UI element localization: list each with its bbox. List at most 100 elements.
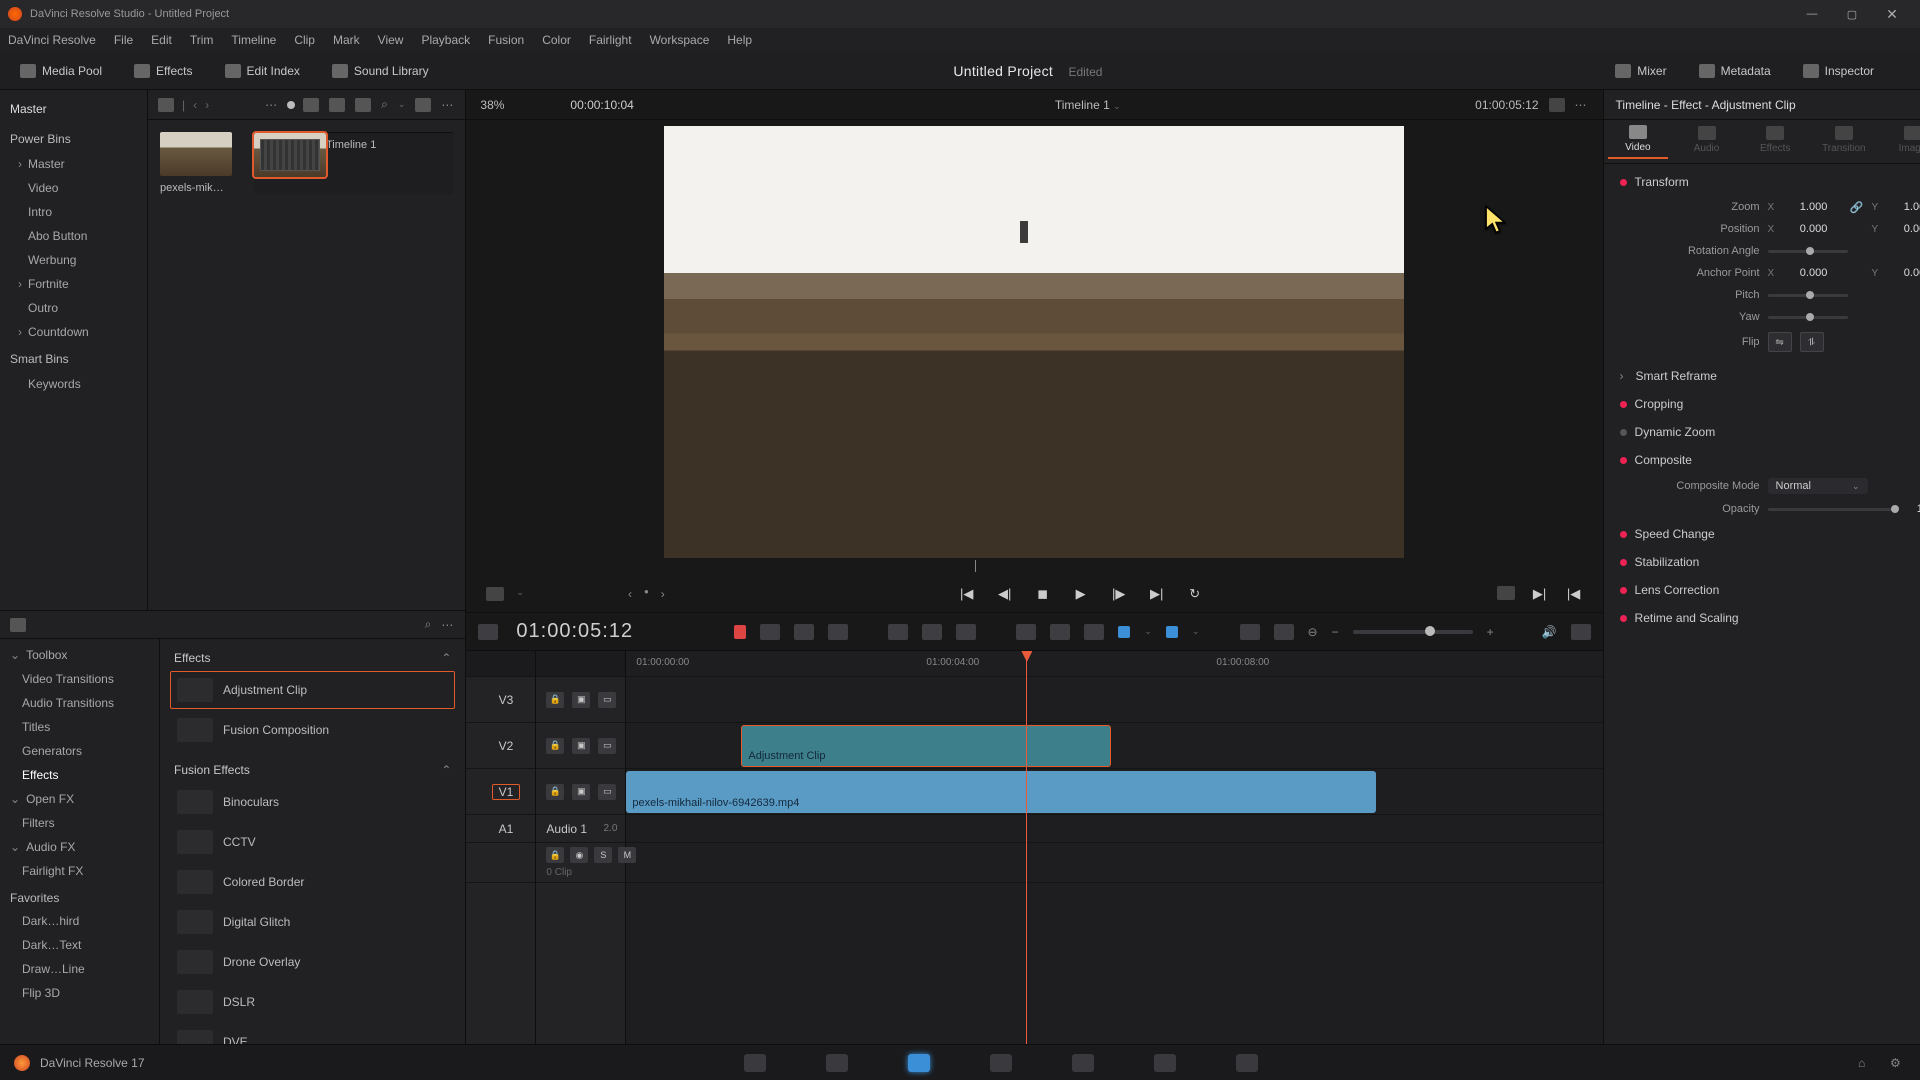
options-icon[interactable]: ⋯ — [441, 618, 455, 632]
link-icon[interactable]: 🔗 — [1850, 201, 1864, 213]
pitch-input[interactable]: 0.000 — [1906, 289, 1920, 301]
thumb-view-icon[interactable] — [303, 98, 319, 112]
color-page-button[interactable] — [1072, 1054, 1094, 1072]
inspector-tab-transition[interactable]: Transition — [1814, 126, 1874, 158]
fx-tree-item[interactable]: Dark…hird — [0, 909, 159, 933]
chevron-down-icon[interactable]: ⌄ — [516, 587, 524, 601]
enable-dot[interactable] — [1620, 401, 1627, 408]
fx-tree-item[interactable]: Fairlight FX — [0, 859, 159, 883]
viewer-scrubber[interactable] — [664, 560, 1404, 576]
mixer-toggle[interactable]: Mixer — [1605, 60, 1676, 82]
prev-edit-icon[interactable]: ‹ — [628, 587, 632, 601]
loop-button[interactable]: ↻ — [1186, 586, 1204, 602]
minimize-button[interactable]: — — [1792, 0, 1832, 28]
anchor-x-input[interactable]: 0.000 — [1786, 267, 1842, 279]
enable-icon[interactable]: ▣ — [572, 692, 590, 708]
timeline-timecode[interactable]: 01:00:05:12 — [516, 620, 676, 643]
marker-icon[interactable] — [1166, 626, 1178, 638]
menu-item[interactable]: DaVinci Resolve — [8, 33, 96, 47]
menu-item[interactable]: Workspace — [650, 33, 710, 47]
track-label[interactable]: V1 — [492, 784, 521, 800]
bin-item[interactable]: Abo Button — [0, 224, 147, 248]
section-composite[interactable]: Composite — [1635, 453, 1692, 467]
fx-item[interactable]: DVE — [170, 1023, 455, 1044]
bin-item[interactable]: Video — [0, 176, 147, 200]
enable-dot[interactable] — [1620, 615, 1627, 622]
pitch-slider[interactable] — [1768, 294, 1848, 297]
menu-item[interactable]: Fusion — [488, 33, 524, 47]
first-frame-button[interactable]: |◀ — [958, 586, 976, 602]
lock-icon[interactable] — [1084, 624, 1104, 640]
zoom-y-input[interactable]: 1.000 — [1890, 201, 1920, 213]
step-fwd-button[interactable]: |▶ — [1110, 586, 1128, 602]
section-transform[interactable]: Transform — [1635, 175, 1689, 189]
menu-item[interactable]: Playback — [421, 33, 470, 47]
opacity-input[interactable]: 100.00 — [1906, 503, 1920, 515]
solo-button[interactable]: S — [594, 847, 612, 863]
viewer-title[interactable]: Timeline 1 — [1055, 98, 1110, 112]
trim-tool-icon[interactable] — [760, 624, 780, 640]
fx-item[interactable]: Digital Glitch — [170, 903, 455, 941]
fx-tree-item[interactable]: Draw…Line — [0, 957, 159, 981]
fx-tree-item[interactable]: Flip 3D — [0, 981, 159, 1005]
bin-item[interactable]: Werbung — [0, 248, 147, 272]
timeline-ruler[interactable]: 01:00:00:00 01:00:04:00 01:00:08:00 — [626, 651, 1602, 677]
viewer-canvas[interactable] — [664, 126, 1404, 558]
insert-icon[interactable] — [888, 624, 908, 640]
zoom-x-input[interactable]: 1.000 — [1786, 201, 1842, 213]
track-label[interactable]: A1 — [499, 822, 514, 836]
fusion-page-button[interactable] — [990, 1054, 1012, 1072]
panel-icon[interactable] — [10, 618, 26, 632]
replace-icon[interactable] — [956, 624, 976, 640]
bin-item[interactable]: Countdown — [0, 320, 147, 344]
audio-track-name[interactable]: Audio 1 — [546, 822, 587, 836]
lock-icon[interactable]: 🔒 — [546, 738, 564, 754]
anchor-y-input[interactable]: 0.000 — [1890, 267, 1920, 279]
linked-selection-icon[interactable] — [1274, 624, 1294, 640]
step-back-button[interactable]: ◀| — [996, 586, 1014, 602]
effects-toggle[interactable]: Effects — [124, 60, 202, 82]
enable-dot[interactable] — [1620, 457, 1627, 464]
media-pool-toggle[interactable]: Media Pool — [10, 60, 112, 82]
section-smart-reframe[interactable]: Smart Reframe — [1636, 369, 1717, 383]
maximize-button[interactable]: ▢ — [1832, 0, 1872, 28]
auto-select-icon[interactable]: ▭ — [598, 784, 616, 800]
yaw-slider[interactable] — [1768, 316, 1848, 319]
lock-icon[interactable]: 🔒 — [546, 692, 564, 708]
go-start-icon[interactable]: |◀ — [1565, 586, 1583, 602]
flip-h-button[interactable]: ⇋ — [1768, 332, 1792, 352]
media-clip[interactable]: pexels-mik… — [160, 132, 232, 194]
fx-item-adjustment-clip[interactable]: Adjustment Clip — [170, 671, 455, 709]
fairlight-page-button[interactable] — [1154, 1054, 1176, 1072]
menu-item[interactable]: Trim — [190, 33, 214, 47]
nav-back-icon[interactable]: ‹ — [193, 98, 197, 112]
fx-section-header[interactable]: Fusion Effects — [174, 763, 250, 777]
home-icon[interactable]: ⌂ — [1858, 1056, 1874, 1070]
bin-item[interactable]: Outro — [0, 296, 147, 320]
inspector-tab-audio[interactable]: Audio — [1677, 126, 1737, 158]
zoom-level[interactable]: 38% — [480, 98, 570, 112]
audiofx-node[interactable]: Audio FX — [0, 835, 159, 859]
grid-view-icon[interactable] — [329, 98, 345, 112]
list-view-icon[interactable] — [355, 98, 371, 112]
link-icon[interactable] — [1050, 624, 1070, 640]
go-end-icon[interactable]: ▶| — [1531, 586, 1549, 602]
zoom-out-icon[interactable]: ⊖ — [1308, 625, 1318, 639]
menu-item[interactable]: Fairlight — [589, 33, 632, 47]
edit-page-button[interactable] — [908, 1054, 930, 1072]
menu-item[interactable]: Timeline — [231, 33, 276, 47]
fx-tree-item[interactable]: Titles — [0, 715, 159, 739]
overwrite-icon[interactable] — [922, 624, 942, 640]
cut-page-button[interactable] — [826, 1054, 848, 1072]
bin-item[interactable]: Master — [0, 152, 147, 176]
options-icon[interactable]: ⋯ — [441, 98, 455, 112]
rotation-slider[interactable] — [1768, 250, 1848, 253]
menu-item[interactable]: Help — [727, 33, 752, 47]
track-label[interactable]: V3 — [499, 693, 514, 707]
inspector-toggle[interactable]: Inspector — [1793, 60, 1884, 82]
toolbox-node[interactable]: Toolbox — [0, 643, 159, 667]
opacity-slider[interactable] — [1768, 508, 1898, 511]
bin-item[interactable]: Intro — [0, 200, 147, 224]
enable-dot[interactable] — [1620, 429, 1627, 436]
auto-select-icon[interactable]: ▭ — [598, 738, 616, 754]
